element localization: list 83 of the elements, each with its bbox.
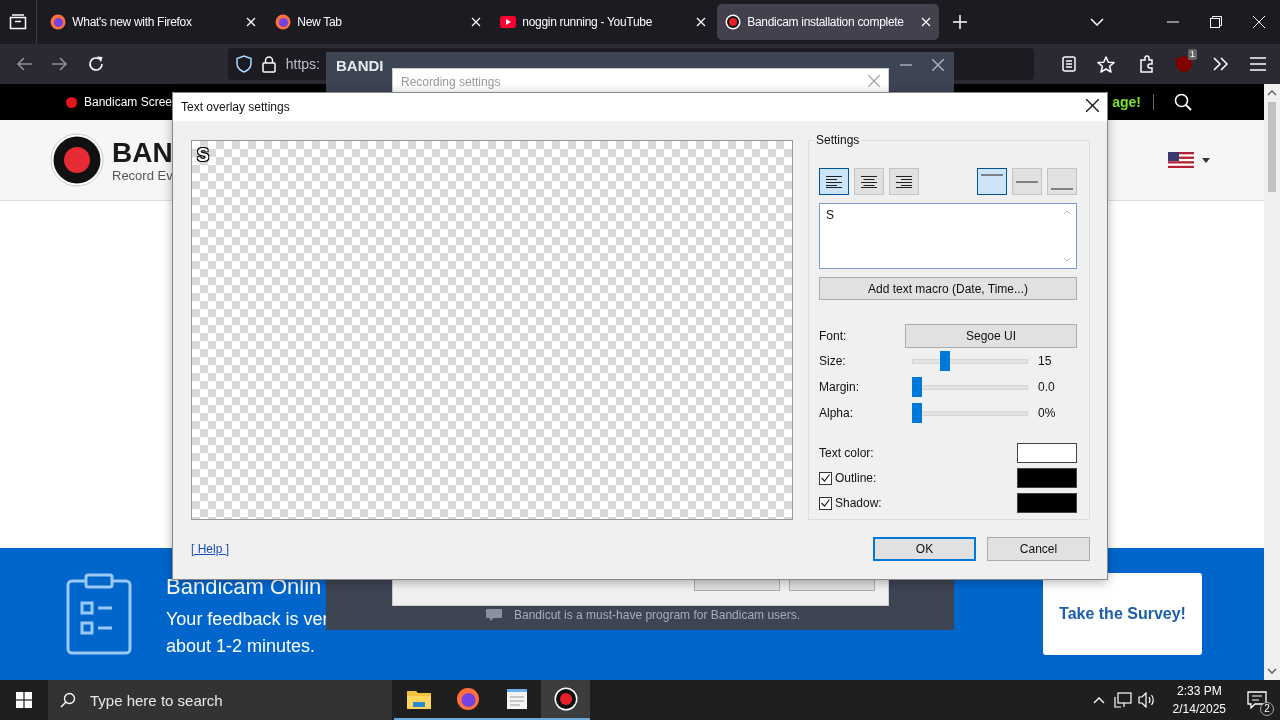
slider-thumb[interactable] [939,351,950,371]
slider-track[interactable] [912,403,1028,423]
align-right-icon [896,175,912,188]
shield-icon[interactable] [235,55,252,73]
valign-button[interactable] [1047,168,1077,195]
record-dot-icon [66,96,77,108]
font-button[interactable]: Segoe UI [905,324,1077,348]
app-logo-text: BANDI [336,56,384,74]
scroll-up-icon[interactable] [1267,90,1277,96]
slider-value: 15 [1038,354,1053,368]
add-macro-button[interactable]: Add text macro (Date, Time...) [819,277,1077,300]
align-button[interactable] [819,168,849,195]
banner-text: about 1-2 minutes. [166,635,317,658]
survey-button[interactable]: Take the Survey! [1043,573,1202,655]
field-label: Alpha: [819,406,855,420]
field-label: Size: [819,354,847,368]
field-label: Outline: [835,471,877,485]
close-icon[interactable] [1086,99,1099,115]
clock-date[interactable]: 2/14/2025 [1172,700,1226,718]
browser-tab[interactable]: New Tab [267,4,490,40]
url-text: https: [285,56,320,72]
tab-title: noggin running - YouTube [522,15,654,29]
slider-value: 0.0 [1038,380,1056,394]
color-swatch[interactable] [1017,493,1077,513]
extension-badge: 1 [1188,49,1197,60]
scroll-thumb[interactable] [1268,102,1276,192]
firefox-icon [275,14,292,30]
scrollbar[interactable] [1264,84,1280,680]
align-middle-icon [1016,180,1038,183]
record-icon[interactable] [541,680,590,720]
color-swatch[interactable] [1017,468,1077,488]
field-label: Margin: [819,380,860,394]
taskbar-search-field[interactable]: Type here to search [48,680,392,720]
align-button[interactable] [854,168,884,195]
browser-tab[interactable]: noggin running - YouTube [492,4,715,40]
clock-time[interactable]: 2:33 PM [1176,682,1222,700]
dialog-title: Recording settings [401,75,501,89]
flag-icon[interactable] [1168,152,1194,168]
slider-thumb[interactable] [912,377,922,397]
browser-tab[interactable]: Bandicam installation complete [717,4,940,40]
checkbox[interactable] [819,471,832,485]
logo-icon [50,133,104,187]
tab-title: New Tab [297,15,343,29]
record-icon [725,14,742,30]
field-label: Text color: [819,446,874,460]
scroll-down-icon[interactable] [1267,668,1277,674]
search-icon [60,692,76,708]
search-icon[interactable] [1174,93,1192,111]
slider-track[interactable] [912,351,1028,371]
checkbox[interactable] [819,496,832,510]
help-link[interactable]: [ Help ] [191,542,229,556]
tab-title: What's new with Firefox [72,15,193,29]
clipboard-icon [66,573,132,655]
dialog-button[interactable]: Cancel [987,537,1090,561]
promo-text: Bandicut is a must-have program for Bandicam users. [514,608,801,622]
slider-thumb[interactable] [912,403,922,423]
play-icon [500,16,517,28]
align-button[interactable] [889,168,919,195]
promo-link[interactable]: age! [1112,94,1141,110]
chat-icon [486,609,502,621]
dialog-title: Text overlay settings [181,100,290,114]
caret-icon[interactable] [1202,157,1210,163]
slider-track[interactable] [912,377,1028,397]
align-center-icon [861,175,877,188]
tab-title: Bandicam installation complete [747,15,905,29]
lock-icon[interactable] [261,55,276,73]
dialog-button[interactable]: OK [873,537,976,561]
banner-text: Your feedback is ver [166,608,329,631]
logo-tagline: Record Ev [112,167,173,183]
notification-count: 2 [1260,702,1274,716]
align-left-icon [826,175,842,188]
valign-button[interactable] [1012,168,1042,195]
firefox-icon [50,14,67,30]
slider-value: 0% [1038,406,1057,420]
field-label: Font: [819,329,848,343]
site-title-link[interactable]: Bandicam Scree [84,95,173,109]
valign-button[interactable] [977,168,1007,195]
preview-text: S [197,145,209,165]
field-label: Shadow: [835,496,882,510]
color-swatch[interactable] [1017,443,1077,463]
group-label: Settings [813,133,863,147]
logo-wordmark: BAN [112,137,173,168]
browser-tab[interactable]: What's new with Firefox [42,4,265,40]
